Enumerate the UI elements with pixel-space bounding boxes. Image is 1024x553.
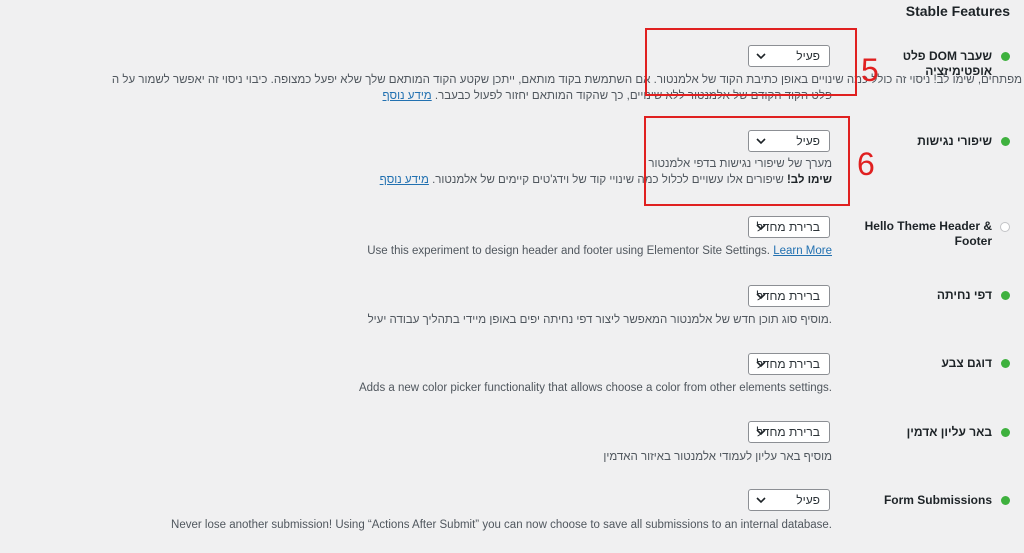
feature-description: Adds a new color picker functionality th… [358,382,832,394]
feature-description: Never lose another submission! Using “Ac… [171,519,832,531]
chevron-down-icon [756,497,766,504]
select-value: פעיל [796,493,820,507]
status-inactive-icon [1000,222,1010,232]
learn-more-link[interactable]: מידע נוסף [380,174,429,186]
status-active-icon [1001,137,1010,146]
feature-label: באר עליון אדמין [906,425,992,439]
annotation-number-5: 5 [861,52,879,88]
status-active-icon [1001,291,1010,300]
feature-state-select[interactable]: ברירת מחדל [748,421,830,443]
feature-state-select[interactable]: ברירת מחדל [748,285,830,307]
learn-more-link[interactable]: מידע נוסף [383,90,432,102]
annotation-number-6: 6 [857,146,875,182]
status-active-icon [1001,359,1010,368]
feature-description: Use this experiment to design header and… [367,243,832,259]
status-active-icon [1001,496,1010,505]
feature-label: דפי נחיתה [936,288,992,302]
chevron-down-icon [756,429,766,436]
feature-label: דוגם צבע [941,356,993,370]
feature-state-select[interactable]: פעיל [748,489,830,511]
chevron-down-icon [756,293,766,300]
description-line: מפתחים, שימו לב! ניסוי זה כולל כמה שינוי… [111,74,1022,86]
learn-more-link[interactable]: Learn More [773,245,832,257]
feature-label: Hello Theme Header & Footer [864,219,992,248]
feature-description: מוסיף באר עליון לעמודי אלמנטור באיזור הא… [603,451,832,463]
feature-state-select[interactable]: ברירת מחדל [748,216,830,238]
feature-description: מוסיף סוג תוכן חדש של אלמנטור המאפשר ליצ… [367,314,832,326]
section-title: Stable Features [905,3,1010,19]
status-active-icon [1001,52,1010,61]
status-active-icon [1001,428,1010,437]
description-text: Use this experiment to design header and… [367,245,770,257]
feature-label: Form Submissions [883,493,992,507]
feature-state-select[interactable]: ברירת מחדל [748,353,830,375]
annotation-box-5 [645,28,857,96]
chevron-down-icon [756,361,766,368]
annotation-box-6 [644,116,850,206]
chevron-down-icon [756,224,766,231]
